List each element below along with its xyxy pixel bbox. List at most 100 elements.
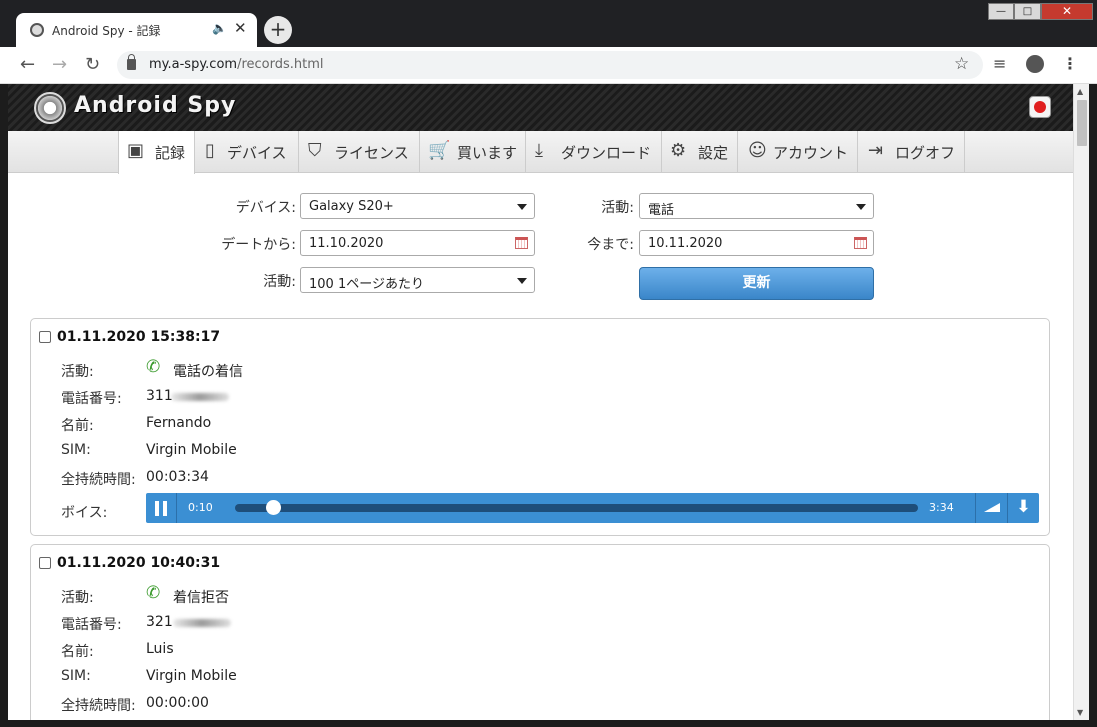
activity-row-label: 活動: (61, 364, 94, 380)
calendar-icon[interactable] (854, 237, 867, 249)
forward-arrow-icon[interactable]: → (52, 54, 67, 75)
seek-thumb[interactable] (266, 500, 281, 515)
media-control-icon[interactable]: ≡ (993, 54, 1006, 73)
window-frame-bottom (0, 720, 1097, 727)
per-page-label: 活動: (263, 274, 296, 290)
date-from-input[interactable]: 11.10.2020 (300, 230, 535, 256)
audio-player: 0:10 3:34 ⬇ (146, 493, 1039, 523)
scroll-thumb[interactable] (1077, 100, 1087, 146)
current-time: 0:10 (188, 501, 213, 514)
phone-row-label: 電話番号: (61, 617, 122, 633)
duration-row-label: 全持続時間: (61, 698, 136, 714)
update-button[interactable]: 更新 (639, 267, 874, 300)
browser-tab[interactable]: Android Spy - 記録 🔈 ✕ (16, 13, 257, 47)
main-nav: ▣ 記録 ▯ デバイス ⛉ ライセンス 🛒 買います ⤓ ダウンロード ⚙ 設定… (8, 131, 1073, 174)
scroll-up-icon[interactable]: ▲ (1077, 87, 1083, 96)
nav-buy[interactable]: 🛒 買います (420, 131, 526, 173)
record-timestamp: 01.11.2020 10:40:31 (57, 555, 221, 571)
record-card: 01.11.2020 10:40:31 活動: ✆ 着信拒否 電話番号: 321… (30, 544, 1050, 720)
seek-bar[interactable] (235, 500, 918, 515)
profile-avatar-icon[interactable] (1026, 55, 1044, 73)
chevron-down-icon (517, 278, 527, 284)
monitor-play-icon: ▣ (127, 140, 145, 161)
logo-aperture-icon (34, 92, 66, 124)
window-minimize-button[interactable]: — (988, 3, 1014, 20)
nav-download[interactable]: ⤓ ダウンロード (526, 131, 662, 173)
calendar-icon[interactable] (515, 237, 528, 249)
redacted-number (173, 619, 231, 627)
nav-logoff[interactable]: ⇥ ログオフ (858, 131, 965, 173)
per-page-select[interactable]: 100 1ページあたり (300, 267, 535, 293)
activity-row-label: 活動: (61, 590, 94, 606)
date-from-label: デートから: (221, 237, 296, 253)
new-tab-button[interactable]: + (264, 16, 292, 44)
phone-value: 321 (146, 614, 173, 630)
back-arrow-icon[interactable]: ← (20, 54, 35, 75)
activity-select[interactable]: 電話 (639, 193, 874, 219)
record-checkbox[interactable] (39, 331, 51, 343)
name-row-label: 名前: (61, 418, 94, 434)
page-scrollbar[interactable]: ▲ ▼ (1073, 84, 1089, 720)
name-value: Luis (146, 641, 174, 657)
nav-devices[interactable]: ▯ デバイス (195, 131, 299, 173)
nav-account[interactable]: ☺ アカウント (738, 131, 858, 173)
nav-settings[interactable]: ⚙ 設定 (662, 131, 738, 173)
name-value: Fernando (146, 415, 212, 431)
scroll-down-icon[interactable]: ▼ (1077, 708, 1083, 717)
tab-close-icon[interactable]: ✕ (234, 19, 247, 37)
shield-check-icon: ⛉ (308, 140, 322, 161)
cart-icon: 🛒 (428, 140, 451, 161)
logout-icon: ⇥ (868, 140, 884, 161)
record-status-button[interactable] (1029, 96, 1051, 118)
tab-title: Android Spy - 記録 (52, 24, 161, 38)
phone-value: 311 (146, 388, 173, 404)
device-select[interactable]: Galaxy S20+ (300, 193, 535, 219)
gear-icon: ⚙ (670, 140, 687, 161)
duration-value: 00:03:34 (146, 469, 209, 485)
favicon-icon (30, 23, 44, 37)
window-close-button[interactable]: ✕ (1041, 3, 1093, 20)
sim-row-label: SIM: (61, 442, 91, 458)
window-maximize-button[interactable]: □ (1014, 3, 1041, 20)
lock-icon[interactable] (127, 54, 136, 70)
url-text[interactable]: my.a-spy.com/records.html (149, 57, 324, 72)
sim-value: Virgin Mobile (146, 442, 237, 458)
speaker-icon[interactable]: 🔈 (212, 21, 227, 35)
total-time: 3:34 (929, 501, 954, 514)
browser-toolbar: ← → ↻ my.a-spy.com/records.html ☆ ≡ ⋮ (0, 47, 1097, 84)
incoming-call-icon: ✆ (146, 357, 161, 377)
site-header: Android Spy (8, 84, 1073, 131)
rejected-call-icon: ✆ (146, 583, 161, 603)
download-arrow-icon[interactable]: ⬇ (1007, 493, 1039, 523)
voice-row-label: ボイス: (61, 505, 108, 521)
activity-value: 電話の着信 (173, 364, 243, 380)
device-label: デバイス: (235, 200, 296, 216)
redacted-number (171, 393, 229, 401)
sim-row-label: SIM: (61, 668, 91, 684)
activity-value: 着信拒否 (173, 590, 229, 606)
bookmark-star-icon[interactable]: ☆ (954, 54, 969, 74)
record-checkbox[interactable] (39, 557, 51, 569)
duration-row-label: 全持続時間: (61, 472, 136, 488)
site-logo[interactable]: Android Spy (74, 93, 236, 118)
duration-value: 00:00:00 (146, 695, 209, 711)
browser-menu-icon[interactable]: ⋮ (1062, 54, 1078, 73)
address-bar[interactable]: my.a-spy.com/records.html ☆ (117, 51, 983, 79)
chevron-down-icon (856, 204, 866, 210)
nav-records[interactable]: ▣ 記録 (118, 131, 195, 174)
page-viewport: Android Spy ▣ 記録 ▯ デバイス ⛉ ライセンス 🛒 買います ⤓… (8, 84, 1073, 720)
record-timestamp: 01.11.2020 15:38:17 (57, 329, 221, 345)
phone-row-label: 電話番号: (61, 391, 122, 407)
date-to-input[interactable]: 10.11.2020 (639, 230, 874, 256)
record-card: 01.11.2020 15:38:17 活動: ✆ 電話の着信 電話番号: 31… (30, 318, 1050, 536)
reload-icon[interactable]: ↻ (85, 54, 100, 75)
chevron-down-icon (517, 204, 527, 210)
date-to-label: 今まで: (587, 237, 634, 253)
download-icon: ⤓ (535, 140, 543, 161)
name-row-label: 名前: (61, 644, 94, 660)
browser-titlebar: Android Spy - 記録 🔈 ✕ + — □ ✕ (0, 0, 1097, 47)
pause-button[interactable] (146, 493, 177, 523)
volume-icon[interactable] (975, 493, 1007, 523)
user-icon: ☺ (748, 140, 767, 161)
nav-license[interactable]: ⛉ ライセンス (299, 131, 420, 173)
